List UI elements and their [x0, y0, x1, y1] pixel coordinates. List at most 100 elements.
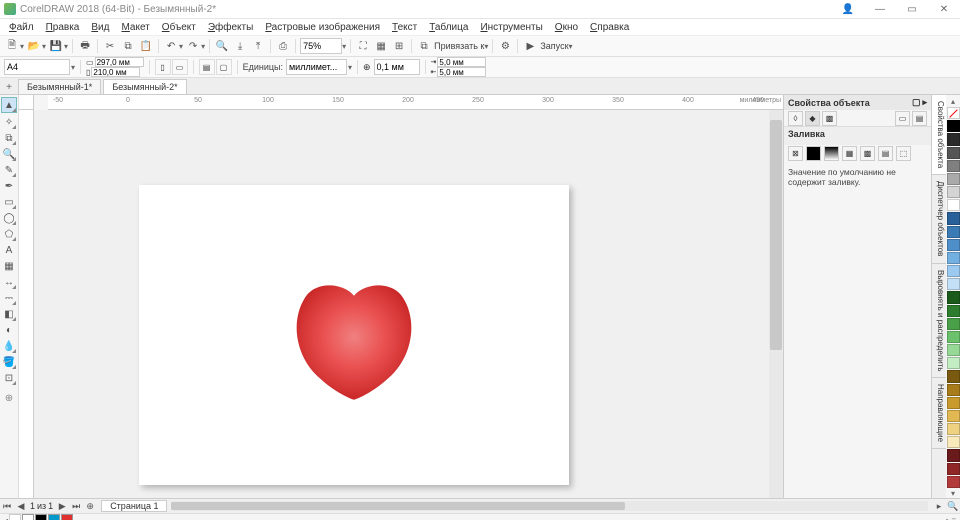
dup-x-input[interactable]	[437, 57, 486, 67]
menu-11[interactable]: Справка	[585, 21, 634, 34]
panel-opt2-icon[interactable]: ▤	[912, 111, 927, 126]
fountain-fill-icon[interactable]	[824, 146, 839, 161]
color-swatch-14[interactable]	[947, 305, 960, 317]
prev-page-button[interactable]: ◀	[14, 500, 28, 512]
cut-icon[interactable]: ✂	[102, 38, 118, 54]
color-swatch-11[interactable]	[947, 265, 960, 277]
paste-icon[interactable]: 📋	[138, 38, 154, 54]
menu-10[interactable]: Окно	[550, 21, 583, 34]
color-swatch-24[interactable]	[947, 436, 960, 448]
new-tab-button[interactable]: +	[2, 80, 16, 94]
menu-6[interactable]: Растровые изображения	[260, 21, 385, 34]
options-icon[interactable]: ⚙	[497, 38, 513, 54]
color-swatch-0[interactable]	[947, 120, 960, 132]
texture-fill-icon[interactable]: ▤	[878, 146, 893, 161]
color-swatch-26[interactable]	[947, 463, 960, 475]
color-swatch-21[interactable]	[947, 397, 960, 409]
color-swatch-23[interactable]	[947, 423, 960, 435]
color-swatch-1[interactable]	[947, 133, 960, 145]
color-swatch-22[interactable]	[947, 410, 960, 422]
launch-icon[interactable]: ▶	[522, 38, 538, 54]
rulers-icon[interactable]: ▦	[373, 38, 389, 54]
no-color-swatch[interactable]	[947, 107, 960, 119]
zoom-nav-icon[interactable]: 🔍	[946, 500, 960, 512]
color-swatch-3[interactable]	[947, 160, 960, 172]
transparency-tool[interactable]: ◐	[2, 323, 16, 337]
units-select[interactable]	[286, 59, 347, 75]
pick-tool[interactable]: ▲	[1, 97, 17, 113]
transparency-tab-icon[interactable]: ▩	[822, 111, 837, 126]
color-swatch-9[interactable]	[947, 239, 960, 251]
dimension-tool[interactable]: ↔	[2, 275, 16, 289]
color-swatch-20[interactable]	[947, 384, 960, 396]
publish-icon[interactable]: ⎙	[275, 38, 291, 54]
ruler-origin[interactable]	[19, 95, 34, 110]
color-swatch-10[interactable]	[947, 252, 960, 264]
copy-icon[interactable]: ⧉	[120, 38, 136, 54]
canvas[interactable]	[34, 110, 769, 498]
doc-palette-menu-icon[interactable]: ≡	[951, 516, 956, 520]
fullscreen-icon[interactable]: ⛶	[355, 38, 371, 54]
color-swatch-8[interactable]	[947, 226, 960, 238]
menu-4[interactable]: Объект	[157, 21, 201, 34]
zoom-tool[interactable]: 🔍	[2, 147, 16, 161]
rectangle-tool[interactable]: ▭	[2, 195, 16, 209]
postscript-fill-icon[interactable]: ⬚	[896, 146, 911, 161]
next-page-button[interactable]: ▶	[55, 500, 69, 512]
maximize-button[interactable]: ▭	[900, 2, 924, 16]
first-page-button[interactable]: ⏮	[0, 500, 14, 512]
crop-tool[interactable]: ⧉	[2, 131, 16, 145]
horizontal-scrollbar[interactable]	[171, 501, 928, 511]
heart-shape[interactable]	[289, 280, 419, 400]
ellipse-tool[interactable]: ◯	[2, 211, 16, 225]
freehand-tool[interactable]: ✎	[2, 163, 16, 177]
close-button[interactable]: ✕	[932, 2, 956, 16]
landscape-button[interactable]: ▭	[172, 59, 188, 75]
doc-swatch-2[interactable]	[48, 514, 60, 520]
add-page-button[interactable]: ⊕	[83, 500, 97, 512]
scroll-right-button[interactable]: ▸	[932, 500, 946, 512]
connector-tool[interactable]: ⎓	[2, 291, 16, 305]
user-icon[interactable]: 👤	[836, 2, 860, 16]
panel-undock-icon[interactable]: ▢	[912, 97, 921, 108]
table-tool[interactable]: ▦	[2, 259, 16, 273]
menu-8[interactable]: Таблица	[424, 21, 473, 34]
color-swatch-4[interactable]	[947, 173, 960, 185]
color-swatch-5[interactable]	[947, 186, 960, 198]
color-swatch-18[interactable]	[947, 357, 960, 369]
color-swatch-19[interactable]	[947, 370, 960, 382]
doc-swatch-0[interactable]	[22, 514, 34, 520]
docker-tab-1[interactable]: Диспетчер объектов	[932, 175, 946, 263]
palette-down-icon[interactable]: ▾	[951, 489, 955, 498]
color-swatch-25[interactable]	[947, 449, 960, 461]
current-page-button[interactable]: ▢	[216, 59, 232, 75]
eyedropper-tool[interactable]: 💧	[2, 339, 16, 353]
dup-y-input[interactable]	[437, 67, 486, 77]
ruler-horizontal[interactable]: миллиметры -5005010015020025030035040045…	[48, 95, 783, 110]
color-swatch-15[interactable]	[947, 318, 960, 330]
redo-icon[interactable]: ↷	[185, 38, 201, 54]
nudge-input[interactable]	[374, 59, 420, 75]
zoom-input[interactable]	[300, 38, 342, 54]
doc-swatch-1[interactable]	[35, 514, 47, 520]
menu-1[interactable]: Правка	[41, 21, 85, 34]
doc-palette-right-icon[interactable]: ▸	[946, 516, 950, 520]
outline-tool[interactable]: ⊡	[2, 371, 16, 385]
docker-tab-2[interactable]: Выровнять и распределить	[932, 264, 946, 379]
color-swatch-12[interactable]	[947, 278, 960, 290]
palette-up-icon[interactable]: ▴	[951, 97, 955, 106]
expand-toolbox[interactable]: ⊕	[2, 391, 16, 405]
page-tab-1[interactable]: Страница 1	[101, 500, 167, 512]
outline-tab-icon[interactable]: ◊	[788, 111, 803, 126]
minimize-button[interactable]: —	[868, 2, 892, 16]
menu-0[interactable]: Файл	[4, 21, 39, 34]
color-swatch-27[interactable]	[947, 476, 960, 488]
drop-shadow-tool[interactable]: ◧	[2, 307, 16, 321]
menu-7[interactable]: Текст	[387, 21, 422, 34]
uniform-fill-icon[interactable]	[806, 146, 821, 161]
open-icon[interactable]: 📂	[26, 38, 42, 54]
artistic-media-tool[interactable]: ✒	[2, 179, 16, 193]
undo-icon[interactable]: ↶	[163, 38, 179, 54]
print-icon[interactable]: 🖶	[77, 38, 93, 54]
docker-tab-0[interactable]: Свойства объекта	[932, 95, 946, 175]
